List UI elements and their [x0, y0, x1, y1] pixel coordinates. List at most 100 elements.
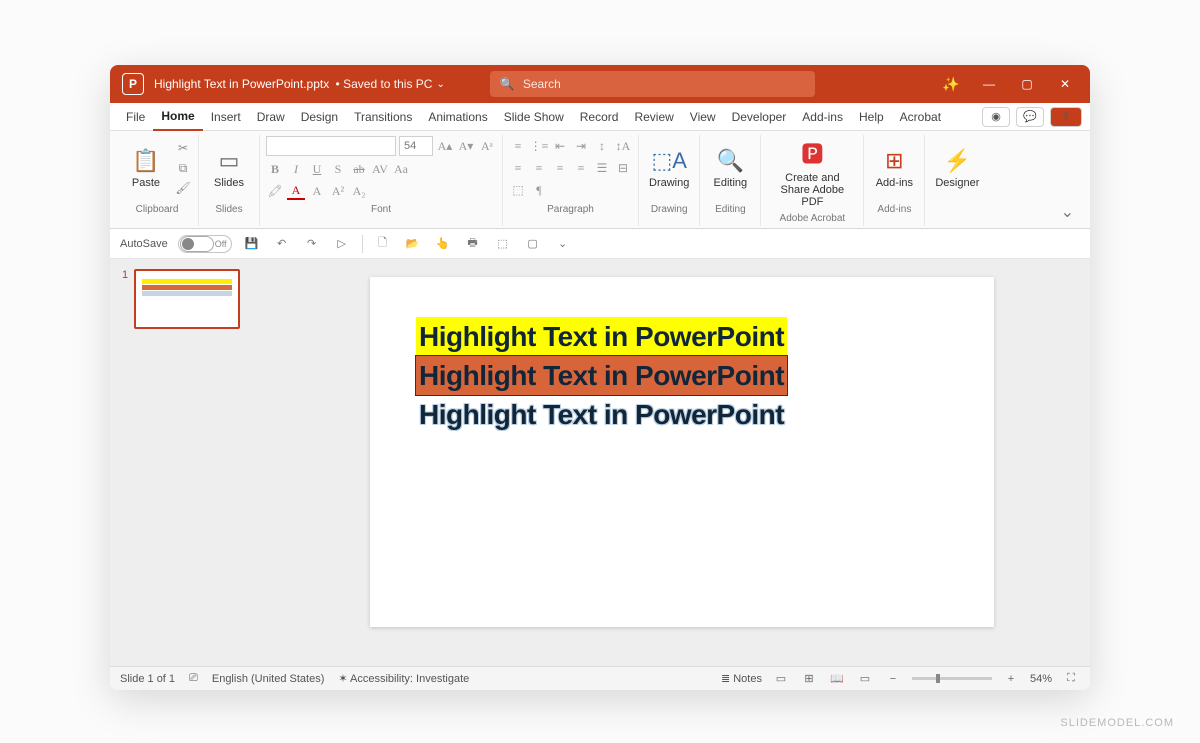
zoom-level[interactable]: 54% — [1030, 673, 1052, 685]
minimize-button[interactable]: — — [970, 65, 1008, 103]
qat-more-icon[interactable]: ⌄ — [553, 234, 573, 254]
thumbnail-preview[interactable] — [134, 269, 240, 329]
document-title[interactable]: Highlight Text in PowerPoint.pptx — [154, 77, 329, 91]
tab-acrobat[interactable]: Acrobat — [892, 103, 949, 131]
indent-dec-button[interactable]: ⇤ — [551, 137, 569, 155]
tab-home[interactable]: Home — [153, 103, 202, 131]
redo-icon[interactable]: ↷ — [302, 234, 322, 254]
slide-canvas-area[interactable]: Highlight Text in PowerPoint Highlight T… — [274, 259, 1090, 666]
collapse-ribbon-icon[interactable]: ⌄ — [1051, 198, 1084, 226]
strike-button[interactable]: ab — [350, 160, 368, 178]
comments-button[interactable]: 💬 — [1016, 107, 1044, 127]
undo-icon[interactable]: ↶ — [272, 234, 292, 254]
accessibility-person-icon[interactable]: ⎚ — [189, 672, 198, 685]
chevron-down-icon[interactable]: ⌄ — [436, 79, 444, 90]
tab-addins[interactable]: Add-ins — [794, 103, 851, 131]
subscript-button[interactable]: A₂ — [350, 182, 368, 200]
notes-button[interactable]: ≣ Notes — [721, 672, 762, 685]
tab-draw[interactable]: Draw — [249, 103, 293, 131]
tab-transitions[interactable]: Transitions — [346, 103, 420, 131]
format-painter-icon[interactable]: 🖌 — [174, 179, 192, 197]
accessibility-status[interactable]: ✶ Accessibility: Investigate — [338, 672, 469, 685]
language-status[interactable]: English (United States) — [212, 673, 325, 685]
paste-button[interactable]: 📋Paste — [122, 146, 170, 191]
start-show-icon[interactable]: ▷ — [332, 234, 352, 254]
zoom-out-icon[interactable]: − — [884, 672, 902, 686]
editing-button[interactable]: 🔍Editing — [706, 146, 754, 191]
zoom-slider[interactable] — [912, 677, 992, 680]
tab-record[interactable]: Record — [572, 103, 627, 131]
search-input[interactable] — [523, 77, 805, 91]
magic-icon[interactable]: ✨ — [932, 65, 970, 103]
tab-developer[interactable]: Developer — [724, 103, 795, 131]
font-size-input[interactable]: 54 — [399, 136, 433, 156]
text-effects-button[interactable]: A — [308, 182, 326, 200]
copy-icon[interactable]: ⧉ — [174, 159, 192, 177]
designer-button[interactable]: ⚡Designer — [931, 146, 983, 191]
tab-view[interactable]: View — [682, 103, 724, 131]
align-center-button[interactable]: ≡ — [530, 159, 548, 177]
slide-thumbnail[interactable]: 1 — [122, 269, 262, 329]
qat-icon-b[interactable]: ▢ — [523, 234, 543, 254]
align-right-button[interactable]: ≡ — [551, 159, 569, 177]
paragraph-dir-button[interactable]: ¶ — [530, 181, 548, 199]
font-name-input[interactable] — [266, 136, 396, 156]
text-direction-button[interactable]: ↕A — [614, 137, 632, 155]
record-button[interactable]: ◉ — [982, 107, 1010, 127]
tab-help[interactable]: Help — [851, 103, 892, 131]
touch-mode-icon[interactable]: 👆 — [433, 234, 453, 254]
italic-button[interactable]: I — [287, 160, 305, 178]
tab-slideshow[interactable]: Slide Show — [496, 103, 572, 131]
qat-icon-a[interactable]: ⬚ — [493, 234, 513, 254]
grow-font-icon[interactable]: A▴ — [436, 137, 454, 155]
maximize-button[interactable]: ▢ — [1008, 65, 1046, 103]
slideshow-view-icon[interactable]: ▭ — [856, 672, 874, 686]
slide-counter[interactable]: Slide 1 of 1 — [120, 673, 175, 685]
cut-icon[interactable]: ✂ — [174, 139, 192, 157]
save-icon[interactable]: 💾 — [242, 234, 262, 254]
tab-animations[interactable]: Animations — [420, 103, 495, 131]
save-status[interactable]: • Saved to this PC — [332, 77, 432, 91]
tab-file[interactable]: File — [118, 103, 153, 131]
highlighted-text-glow[interactable]: Highlight Text in PowerPoint — [416, 395, 787, 434]
tab-design[interactable]: Design — [293, 103, 346, 131]
bold-button[interactable]: B — [266, 160, 284, 178]
autosave-toggle[interactable]: Off — [178, 235, 232, 253]
align-left-button[interactable]: ≡ — [509, 159, 527, 177]
adobe-pdf-button[interactable]: 🅿Create and Share Adobe PDF — [767, 135, 857, 210]
drawing-button[interactable]: ⬚ADrawing — [645, 146, 693, 191]
convert-smartart-button[interactable]: ⬚ — [509, 181, 527, 199]
fit-window-icon[interactable]: ⛶ — [1062, 672, 1080, 686]
normal-view-icon[interactable]: ▭ — [772, 672, 790, 686]
new-icon[interactable]: 🗋 — [373, 234, 393, 254]
underline-button[interactable]: U — [308, 160, 326, 178]
justify-button[interactable]: ≡ — [572, 159, 590, 177]
highlight-color-button[interactable]: 🖍 — [266, 182, 284, 200]
open-icon[interactable]: 📂 — [403, 234, 423, 254]
highlighted-text-orange[interactable]: Highlight Text in PowerPoint — [416, 356, 787, 395]
close-button[interactable]: ✕ — [1046, 65, 1084, 103]
reading-view-icon[interactable]: 📖 — [828, 672, 846, 686]
align-text-button[interactable]: ⊟ — [614, 159, 632, 177]
print-icon[interactable]: 🖶 — [463, 234, 483, 254]
tab-insert[interactable]: Insert — [203, 103, 249, 131]
slides-button[interactable]: ▭Slides — [205, 146, 253, 191]
zoom-in-icon[interactable]: + — [1002, 672, 1020, 686]
change-case-button[interactable]: Aa — [392, 160, 410, 178]
highlighted-text-yellow[interactable]: Highlight Text in PowerPoint — [416, 317, 787, 356]
numbering-button[interactable]: ⋮≡ — [530, 137, 548, 155]
tab-review[interactable]: Review — [626, 103, 681, 131]
slide-canvas[interactable]: Highlight Text in PowerPoint Highlight T… — [370, 277, 994, 627]
char-spacing-button[interactable]: AV — [371, 160, 389, 178]
columns-button[interactable]: ☰ — [593, 159, 611, 177]
addins-button[interactable]: ⊞Add-ins — [870, 146, 918, 191]
sorter-view-icon[interactable]: ⊞ — [800, 672, 818, 686]
shrink-font-icon[interactable]: A▾ — [457, 137, 475, 155]
font-color-button[interactable]: A — [287, 182, 305, 200]
share-button[interactable]: ⇧ — [1050, 107, 1082, 127]
shadow-button[interactable]: S — [329, 160, 347, 178]
superscript-button[interactable]: A² — [329, 182, 347, 200]
bullets-button[interactable]: ≡ — [509, 137, 527, 155]
line-spacing-button[interactable]: ↕ — [593, 137, 611, 155]
clear-format-icon[interactable]: Aᵃ — [478, 137, 496, 155]
